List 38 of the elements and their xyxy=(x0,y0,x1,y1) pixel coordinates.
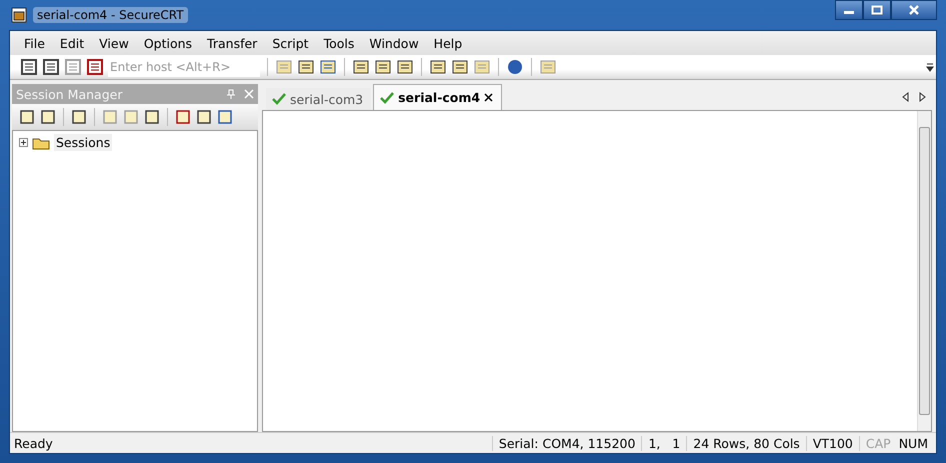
scrollbar-thumb[interactable] xyxy=(919,127,930,415)
check-icon xyxy=(380,92,394,104)
tab[interactable]: serial-com3 xyxy=(266,88,372,110)
scroll-right-icon[interactable] xyxy=(919,92,926,102)
scrollbar[interactable] xyxy=(917,111,931,431)
tab[interactable]: serial-com4 xyxy=(373,84,502,110)
status-text: NUM xyxy=(898,436,929,450)
status-text: 24 Rows, 80 Cols xyxy=(686,436,806,450)
menu-item[interactable]: Script xyxy=(266,36,315,50)
menu-item[interactable]: Transfer xyxy=(201,36,264,50)
menu-item[interactable]: Help xyxy=(428,36,468,50)
close-button[interactable] xyxy=(891,0,937,20)
status-text: Serial: COM4, 115200 xyxy=(492,436,642,450)
check-icon xyxy=(272,93,286,105)
expand-icon[interactable] xyxy=(19,138,28,147)
overflow-icon[interactable] xyxy=(926,62,934,72)
panel-title: Session Manager xyxy=(16,86,122,102)
maximize-button[interactable] xyxy=(863,0,891,20)
tab-label: serial-com4 xyxy=(398,90,480,105)
status-text: CAP xyxy=(858,436,893,450)
maximize-icon xyxy=(871,5,883,15)
window-title: serial-com4 - SecureCRT xyxy=(33,7,188,23)
app-icon xyxy=(11,7,27,23)
menu-item[interactable]: View xyxy=(93,36,135,50)
close-icon[interactable] xyxy=(484,93,494,102)
menu-item[interactable]: Window xyxy=(363,36,425,50)
minimize-button[interactable] xyxy=(835,0,863,20)
status-text: Ready xyxy=(13,436,54,450)
status-text: VT100 xyxy=(806,436,859,450)
menu-item[interactable]: Tools xyxy=(318,36,360,50)
close-icon xyxy=(908,5,920,15)
scroll-left-icon[interactable] xyxy=(902,92,909,102)
menu-item[interactable]: Edit xyxy=(54,36,90,50)
menu-item[interactable]: Options xyxy=(138,36,198,50)
tab-label: serial-com3 xyxy=(290,92,364,106)
status-text: 1, 1 xyxy=(641,436,686,450)
tree-item[interactable]: Sessions xyxy=(54,134,112,151)
menu-item[interactable]: File xyxy=(18,36,51,50)
